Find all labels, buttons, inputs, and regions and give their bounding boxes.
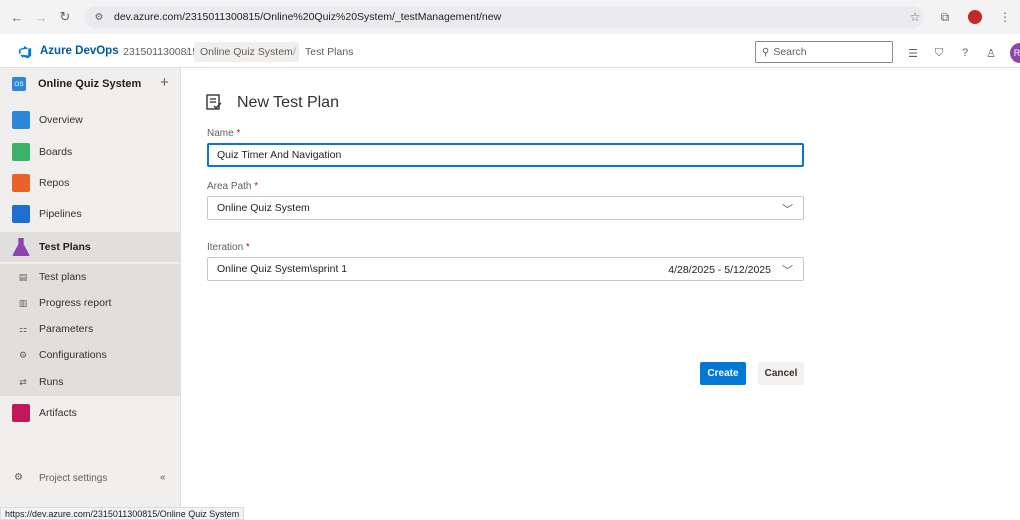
- address-bar[interactable]: ⚙ dev.azure.com/2315011300815/Online%20Q…: [84, 6, 924, 28]
- test-plan-icon: [206, 94, 222, 110]
- repos-icon: [12, 174, 30, 192]
- name-input[interactable]: [217, 149, 376, 161]
- url-text: dev.azure.com/2315011300815/Online%20Qui…: [114, 11, 502, 23]
- sidebar-item-pipelines[interactable]: Pipelines: [0, 199, 181, 229]
- project-settings-label: Project settings: [39, 473, 108, 484]
- area-path-value: Online Quiz System: [217, 202, 310, 214]
- sidebar-subitem-label: Progress report: [39, 297, 112, 309]
- site-info-icon[interactable]: ⚙: [92, 10, 106, 24]
- browser-menu-icon[interactable]: ⋮: [996, 8, 1014, 26]
- configurations-icon: ⚙: [18, 349, 28, 360]
- sidebar-item-label: Repos: [39, 177, 70, 189]
- sidebar-item-test-plans[interactable]: Test Plans: [0, 232, 181, 262]
- test-plan-icon: ▤: [18, 271, 28, 282]
- azure-devops-logo-icon[interactable]: [18, 45, 32, 59]
- pipelines-icon: [12, 205, 30, 223]
- iteration-label: Iteration *: [207, 242, 250, 253]
- sidebar-subitem-runs[interactable]: ⇄ Runs: [0, 368, 181, 396]
- search-placeholder: Search: [773, 46, 807, 58]
- sidebar-subitem-parameters[interactable]: ⚏ Parameters: [0, 316, 181, 342]
- user-settings-icon[interactable]: ♙: [984, 45, 998, 61]
- area-path-dropdown[interactable]: Online Quiz System ﹀: [207, 196, 804, 220]
- breadcrumb-separator: /: [293, 46, 296, 58]
- area-path-label: Area Path *: [207, 181, 259, 192]
- gear-icon: ⚙: [14, 472, 23, 483]
- profile-icon[interactable]: [966, 8, 984, 26]
- artifacts-icon: [12, 404, 30, 422]
- parameters-icon: ⚏: [18, 323, 28, 334]
- back-icon[interactable]: ←: [6, 6, 28, 28]
- search-icon: ⚲: [762, 46, 770, 58]
- overview-icon: [12, 111, 30, 129]
- chevron-down-icon[interactable]: ﹀: [782, 201, 793, 217]
- add-icon[interactable]: +: [160, 74, 169, 91]
- sidebar-project-row[interactable]: OS Online Quiz System +: [0, 68, 181, 100]
- brand-link[interactable]: Azure DevOps: [40, 45, 119, 57]
- forward-icon[interactable]: →: [30, 6, 52, 28]
- search-input[interactable]: ⚲ Search: [755, 41, 893, 63]
- name-field[interactable]: [207, 143, 804, 167]
- project-badge: OS: [12, 77, 26, 91]
- browser-toolbar: ← → ↻ ⚙ dev.azure.com/2315011300815/Onli…: [0, 0, 1020, 34]
- sidebar-subitem-label: Test plans: [39, 271, 87, 283]
- cancel-button[interactable]: Cancel: [758, 362, 804, 385]
- sidebar: OS Online Quiz System + Overview Boards …: [0, 68, 181, 508]
- sidebar-item-label: Boards: [39, 146, 73, 158]
- breadcrumb-project[interactable]: Online Quiz System: [194, 42, 299, 62]
- name-label: Name *: [207, 128, 241, 139]
- boards-icon: [12, 143, 30, 161]
- sidebar-item-artifacts[interactable]: Artifacts: [0, 398, 181, 428]
- project-name[interactable]: Online Quiz System: [38, 78, 141, 90]
- iteration-dates: 4/28/2025 - 5/12/2025: [668, 264, 771, 276]
- flask-icon: [12, 238, 30, 256]
- sidebar-subitem-label: Parameters: [39, 323, 94, 335]
- reload-icon[interactable]: ↻: [54, 6, 76, 28]
- sidebar-item-boards[interactable]: Boards: [0, 137, 181, 167]
- sidebar-item-overview[interactable]: Overview: [0, 105, 181, 135]
- ado-header: Azure DevOps 2315011300815 / Online Quiz…: [0, 36, 1020, 68]
- status-url-bar: https://dev.azure.com/2315011300815/Onli…: [0, 507, 245, 520]
- sidebar-subitem-label: Configurations: [39, 349, 107, 361]
- sidebar-item-label: Artifacts: [39, 407, 77, 419]
- sidebar-subitem-configurations[interactable]: ⚙ Configurations: [0, 342, 181, 368]
- sidebar-item-repos[interactable]: Repos: [0, 168, 181, 198]
- sidebar-project-settings[interactable]: ⚙ Project settings «: [0, 468, 181, 488]
- page-title: New Test Plan: [237, 94, 339, 111]
- runs-icon: ⇄: [19, 376, 27, 387]
- sidebar-item-label: Test Plans: [39, 241, 91, 253]
- collapse-sidebar-icon[interactable]: «: [160, 472, 166, 483]
- sidebar-subitem-label: Runs: [39, 376, 64, 388]
- breadcrumb-test-plans[interactable]: Test Plans: [305, 46, 353, 58]
- create-button[interactable]: Create: [700, 362, 746, 385]
- marketplace-bag-icon[interactable]: ⛉: [932, 45, 946, 61]
- progress-report-icon: ▥: [18, 297, 28, 308]
- breadcrumb-separator: /: [186, 46, 189, 58]
- bookmark-star-icon[interactable]: ☆: [906, 8, 924, 26]
- avatar[interactable]: RS: [1010, 43, 1020, 63]
- sidebar-subitem-test-plans[interactable]: ▤ Test plans: [0, 264, 181, 290]
- iteration-value: Online Quiz System\sprint 1: [217, 263, 348, 275]
- help-icon[interactable]: ?: [958, 45, 972, 61]
- iteration-dropdown[interactable]: Online Quiz System\sprint 1 4/28/2025 - …: [207, 257, 804, 281]
- task-list-icon[interactable]: ☰: [906, 45, 920, 61]
- sidebar-item-label: Pipelines: [39, 208, 82, 220]
- sidebar-subitem-progress-report[interactable]: ▥ Progress report: [0, 290, 181, 316]
- chevron-down-icon[interactable]: ﹀: [782, 262, 793, 278]
- extensions-icon[interactable]: ⧉: [936, 8, 954, 26]
- sidebar-item-label: Overview: [39, 114, 83, 126]
